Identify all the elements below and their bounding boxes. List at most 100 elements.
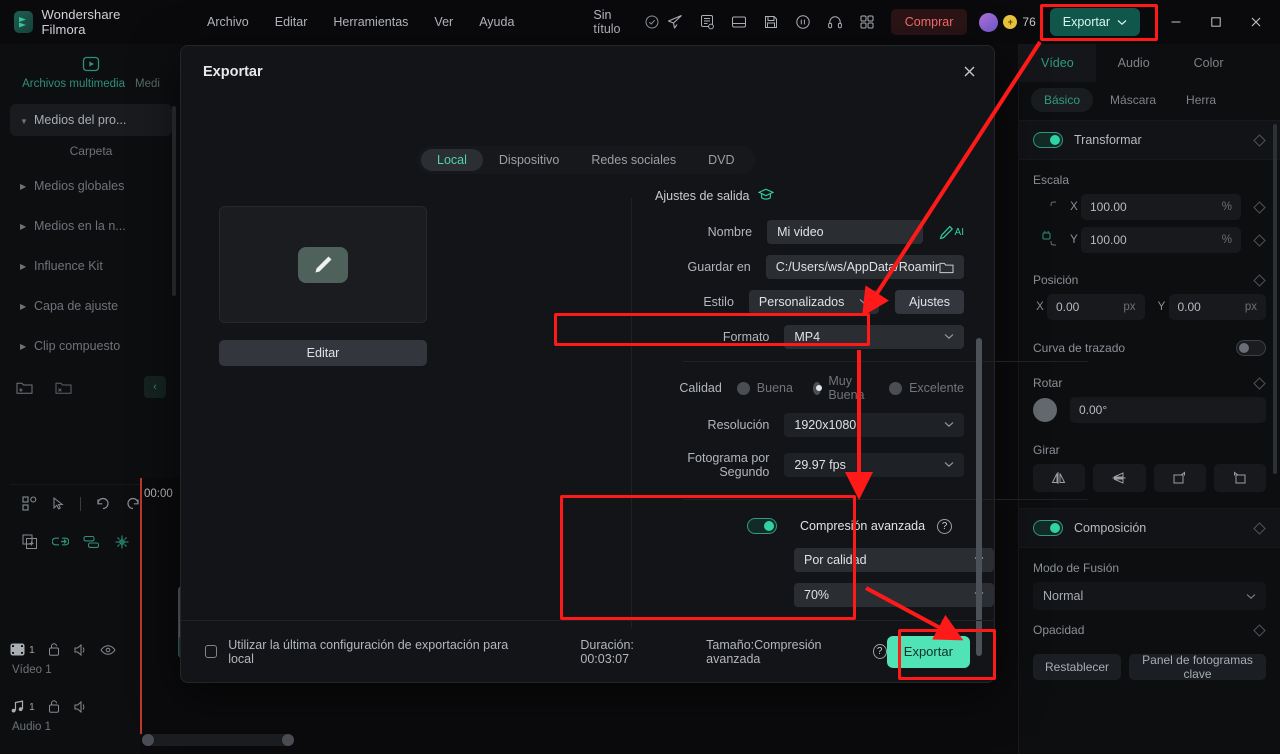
minimize-icon[interactable] [1156,7,1196,37]
tree-item-medios-del-proyecto[interactable]: ▼ Medios del pro... [10,104,172,136]
restablecer-button[interactable]: Restablecer [1033,654,1122,680]
blend-mode-select[interactable]: Normal [1033,582,1266,610]
editar-button[interactable]: Editar [219,340,427,366]
duplicate-icon[interactable] [22,534,38,550]
layout-icon[interactable] [723,7,755,37]
group-icon[interactable] [83,535,100,549]
mute-icon[interactable] [73,700,88,714]
redo-icon[interactable] [125,496,141,511]
curva-toggle[interactable] [1236,340,1266,356]
rotate-input[interactable]: 0.00° [1070,397,1266,423]
subtab-herramientas[interactable]: Herra [1173,88,1229,112]
scale-y-input[interactable]: 100.00 % [1081,227,1241,253]
link-icon[interactable] [52,535,69,549]
headset-icon[interactable] [819,7,851,37]
timeline-horizontal-scrollbar[interactable] [142,734,294,746]
use-last-config-checkbox[interactable] [205,645,218,658]
tab-video[interactable]: Vídeo [1019,44,1096,82]
tab-audio[interactable]: Audio [1096,44,1172,82]
menu-ver[interactable]: Ver [421,10,466,34]
notes-icon[interactable] [691,7,723,37]
dialog-tab-dvd[interactable]: DVD [692,149,750,171]
keyframe-diamond-icon[interactable] [1253,133,1266,147]
tab-archivos-multimedia[interactable]: Archivos multimedia [22,78,125,90]
new-folder-icon[interactable] [16,380,33,395]
transformar-toggle[interactable] [1033,132,1063,148]
playhead[interactable] [140,478,142,734]
menu-archivo[interactable]: Archivo [194,10,262,34]
close-icon[interactable] [1236,7,1276,37]
save-icon[interactable] [755,7,787,37]
dialog-tab-redes-sociales[interactable]: Redes sociales [575,149,692,171]
scale-x-input[interactable]: 100.00 % [1081,194,1241,220]
tree-item-capa-de-ajuste[interactable]: ▶ Capa de ajuste [10,290,172,322]
keyframe-diamond-icon[interactable] [1253,200,1266,214]
export-top-button[interactable]: Exportar [1049,8,1140,36]
menu-ayuda[interactable]: Ayuda [466,10,527,34]
ai-pencil-icon[interactable]: AI [939,225,964,240]
flip-vertical-icon[interactable] [1093,464,1146,492]
position-y-input[interactable]: 0.00 px [1168,294,1266,320]
menu-herramientas[interactable]: Herramientas [320,10,421,34]
aspect-lock-icon[interactable] [1033,231,1067,249]
estilo-select[interactable]: Personalizados [748,290,879,314]
dialog-scrollbar[interactable] [976,338,982,656]
grid-view-icon[interactable] [22,496,37,511]
nombre-input[interactable]: Mi video [767,220,923,244]
aspect-lock-icon[interactable] [1033,198,1067,216]
lock-icon[interactable] [47,642,61,657]
keyframe-diamond-icon[interactable] [1253,273,1266,287]
compression-mode-select[interactable]: Por calidad [794,548,994,572]
position-x-input[interactable]: 0.00 px [1047,294,1145,320]
tree-item-influence-kit[interactable]: ▶ Influence Kit [10,250,172,282]
tree-item-clip-compuesto[interactable]: ▶ Clip compuesto [10,330,172,362]
keyframe-diamond-icon[interactable] [1253,233,1266,247]
question-mark-icon[interactable]: ? [937,518,953,534]
tree-item-carpeta[interactable]: Carpeta [10,144,172,158]
credits-group[interactable]: + 76 [979,12,1036,32]
maximize-icon[interactable] [1196,7,1236,37]
flip-horizontal-icon[interactable] [1033,464,1086,492]
composicion-toggle[interactable] [1033,520,1063,536]
question-mark-icon[interactable]: ? [872,644,887,659]
right-panel-scrollbar[interactable] [1273,124,1277,474]
lock-icon[interactable] [47,699,61,714]
dialog-tab-dispositivo[interactable]: Dispositivo [483,149,575,171]
collapse-panel-icon[interactable]: ‹ [144,376,166,398]
mute-icon[interactable] [73,643,88,657]
tree-scrollbar[interactable] [172,106,176,296]
subtab-mascara[interactable]: Máscara [1097,88,1169,112]
radio-muy-buena[interactable]: Muy Buena [812,374,869,402]
tab-media-overflow[interactable]: Medi [135,78,160,90]
fps-select[interactable]: 29.97 fps [784,453,964,477]
grid-icon[interactable] [851,7,883,37]
radio-excelente[interactable]: Excelente [889,381,964,395]
send-icon[interactable] [659,7,691,37]
scroll-knob-left[interactable] [142,734,154,746]
compression-toggle[interactable] [747,518,777,534]
rotate-right-icon[interactable] [1153,464,1206,492]
subtab-basico[interactable]: Básico [1031,88,1094,112]
rotate-left-icon[interactable] [1213,464,1266,492]
folder-icon[interactable] [939,261,954,274]
scroll-knob-right[interactable] [282,734,294,746]
eye-icon[interactable] [100,644,116,656]
avatar[interactable] [979,12,999,32]
radio-buena[interactable]: Buena [736,381,793,395]
rotate-dial[interactable] [1033,398,1057,422]
guardar-en-input[interactable]: C:/Users/ws/AppData/Roamir [765,255,964,279]
dialog-tab-local[interactable]: Local [421,149,483,171]
marker-icon[interactable] [114,534,130,550]
delete-folder-icon[interactable] [55,380,72,395]
formato-select[interactable]: MP4 [784,325,964,349]
buy-button[interactable]: Comprar [890,9,968,35]
compression-level-select[interactable]: 70% [794,583,994,607]
keyframe-diamond-icon[interactable] [1253,376,1266,390]
undo-icon[interactable] [95,496,111,511]
tree-item-medios-en-la-nube[interactable]: ▶ Medios en la n... [10,210,172,242]
menu-editar[interactable]: Editar [262,10,321,34]
graduation-cap-icon[interactable] [757,188,774,204]
keyframe-diamond-icon[interactable] [1253,623,1266,637]
export-dialog-button[interactable]: Exportar [886,635,971,668]
keyframe-diamond-icon[interactable] [1253,521,1266,535]
